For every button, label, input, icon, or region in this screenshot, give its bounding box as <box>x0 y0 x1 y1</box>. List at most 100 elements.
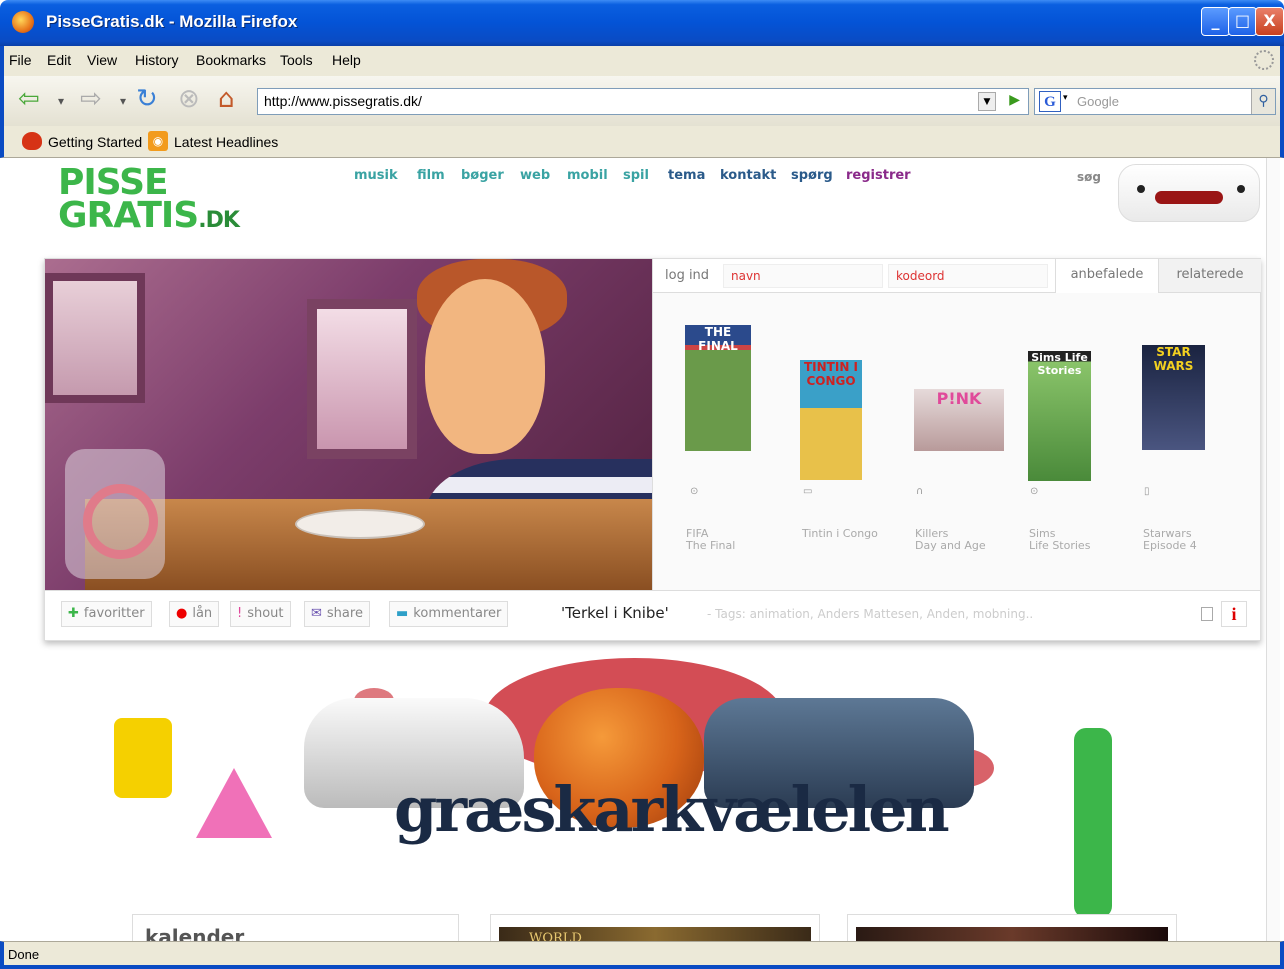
nav-web[interactable]: web <box>520 168 550 183</box>
bookmark-getting-started[interactable]: Getting Started <box>48 134 142 150</box>
forward-button[interactable]: ⇨ <box>80 84 102 114</box>
plus-icon: ✚ <box>68 606 79 621</box>
book-icon[interactable] <box>1201 607 1213 621</box>
calendar-heading: kalender <box>145 925 245 941</box>
bookmark-latest-headlines[interactable]: Latest Headlines <box>174 134 278 150</box>
status-bar: Done <box>0 941 1284 969</box>
firefox-icon <box>12 11 34 33</box>
item-title-killers[interactable]: Killers Day and Age <box>915 528 986 552</box>
reload-button[interactable]: ↻ <box>136 84 158 114</box>
side-panel: log ind navn kodeord anbefalede relatere… <box>652 259 1261 590</box>
engine-dropdown-icon[interactable]: ▾ <box>1063 93 1068 103</box>
nav-tema[interactable]: tema <box>668 168 705 183</box>
menu-bookmarks[interactable]: Bookmarks <box>196 52 266 68</box>
menu-file[interactable]: File <box>9 52 32 68</box>
monster-eye-right <box>1237 185 1245 193</box>
favoritter-button[interactable]: ✚ favoritter <box>61 601 152 627</box>
forward-history-dropdown-icon[interactable]: ▾ <box>120 86 126 116</box>
search-icon[interactable]: ⚲ <box>1251 89 1275 114</box>
cover-sims[interactable]: Sims Life Stories <box>1028 351 1091 481</box>
password-field[interactable]: kodeord <box>888 264 1048 288</box>
menu-tools[interactable]: Tools <box>280 52 313 68</box>
item-title-sims[interactable]: Sims Life Stories <box>1029 528 1090 552</box>
scene-window-left <box>45 273 145 403</box>
rss-icon: ◉ <box>148 131 168 151</box>
url-dropdown-icon[interactable]: ▼ <box>978 92 996 111</box>
cover-fifa[interactable]: THE FINAL <box>685 325 751 451</box>
minimize-button[interactable]: _ <box>1201 7 1230 36</box>
tab-relaterede[interactable]: relaterede <box>1158 259 1261 293</box>
nav-sporg[interactable]: spørg <box>791 168 833 183</box>
menu-bar: File Edit View History Bookmarks Tools H… <box>0 46 1284 76</box>
address-bar[interactable]: http://www.pissegratis.dk/ ▼ ▶ <box>257 88 1029 115</box>
page-scrollbar[interactable] <box>1266 158 1280 941</box>
username-field[interactable]: navn <box>723 264 883 288</box>
calendar-box: kalender <box>132 914 459 941</box>
featured-title[interactable]: 'Terkel i Knibe' <box>561 604 669 622</box>
menu-help[interactable]: Help <box>332 52 361 68</box>
halloween-banner[interactable]: græskarkvælelen <box>64 658 1214 918</box>
search-link[interactable]: søg <box>1077 170 1101 184</box>
item-title-fifa[interactable]: FIFA The Final <box>686 528 735 552</box>
status-text: Done <box>8 947 40 962</box>
featured-image[interactable] <box>45 259 652 590</box>
scene-ring <box>83 484 158 559</box>
maximize-button[interactable]: □ <box>1228 7 1257 36</box>
url-text: http://www.pissegratis.dk/ <box>264 93 422 109</box>
laan-button[interactable]: ● lån <box>169 601 220 627</box>
record-icon: ● <box>176 606 188 621</box>
shout-button[interactable]: ! shout <box>230 601 291 627</box>
cover-pink[interactable]: P!NK <box>914 389 1004 451</box>
green-monster-image <box>1074 728 1112 918</box>
login-label: log ind <box>665 268 710 283</box>
bookmarks-toolbar: Getting Started Latest Headlines <box>0 126 1284 158</box>
tab-anbefalede[interactable]: anbefalede <box>1055 259 1158 293</box>
google-engine-icon[interactable]: G <box>1039 91 1061 112</box>
exclamation-icon: ! <box>237 606 243 621</box>
feature-box-3[interactable] <box>847 914 1177 941</box>
world-banner: WORLD <box>499 927 811 941</box>
back-button[interactable]: ⇦ <box>18 84 40 114</box>
cover-starwars[interactable]: STAR WARS <box>1142 345 1205 450</box>
login-row: log ind navn kodeord <box>653 259 1055 293</box>
item-title-tintin[interactable]: Tintin i Congo <box>802 528 878 540</box>
nav-film[interactable]: film <box>417 168 445 183</box>
disc-icon: ⊙ <box>690 486 699 497</box>
pink-monster-image <box>196 768 272 838</box>
nav-spil[interactable]: spil <box>623 168 649 183</box>
action-bar: ✚ favoritter ● lån ! shout ✉ share ▬ kommenta… <box>45 590 1260 640</box>
nav-registrer[interactable]: registrer <box>846 168 911 183</box>
stop-button[interactable]: ⊗ <box>178 84 200 114</box>
disc-icon: ⊙ <box>1030 486 1039 497</box>
cover-tintin[interactable]: TINTIN I CONGO <box>800 360 862 480</box>
info-icon[interactable]: i <box>1221 601 1247 627</box>
speech-bubble-icon: ▬ <box>396 606 409 621</box>
search-placeholder: Google <box>1077 94 1119 109</box>
menu-history[interactable]: History <box>135 52 179 68</box>
share-button[interactable]: ✉ share <box>304 601 370 627</box>
nav-mobil[interactable]: mobil <box>567 168 608 183</box>
menu-edit[interactable]: Edit <box>47 52 71 68</box>
web-page: PISSE GRATIS.DK musik film bøger web mob… <box>4 158 1280 941</box>
home-button[interactable]: ⌂ <box>218 84 235 114</box>
menu-view[interactable]: View <box>87 52 117 68</box>
close-button[interactable]: X <box>1255 7 1284 36</box>
site-logo[interactable]: PISSE GRATIS.DK <box>58 165 240 237</box>
nav-kontakt[interactable]: kontakt <box>720 168 776 183</box>
nav-musik[interactable]: musik <box>354 168 398 183</box>
back-history-dropdown-icon[interactable]: ▾ <box>58 86 64 116</box>
go-button[interactable]: ▶ <box>1009 92 1020 108</box>
search-monster-icon[interactable] <box>1118 164 1260 222</box>
logo-suffix: .DK <box>198 208 240 233</box>
featured-card: log ind navn kodeord anbefalede relatere… <box>44 258 1261 641</box>
book-icon: ▭ <box>803 486 813 497</box>
feature-box-2[interactable]: WORLD <box>490 914 820 941</box>
kommentarer-button[interactable]: ▬ kommentarer <box>389 601 509 627</box>
scene-plate <box>295 509 425 539</box>
browser-window: PisseGratis.dk - Mozilla Firefox _ □ X F… <box>0 0 1284 969</box>
nav-boger[interactable]: bøger <box>461 168 504 183</box>
search-box[interactable]: G ▾ Google ⚲ <box>1034 88 1276 115</box>
item-title-starwars[interactable]: Starwars Episode 4 <box>1143 528 1197 552</box>
feature-image-3 <box>856 927 1168 941</box>
monster-eye-left <box>1137 185 1145 193</box>
